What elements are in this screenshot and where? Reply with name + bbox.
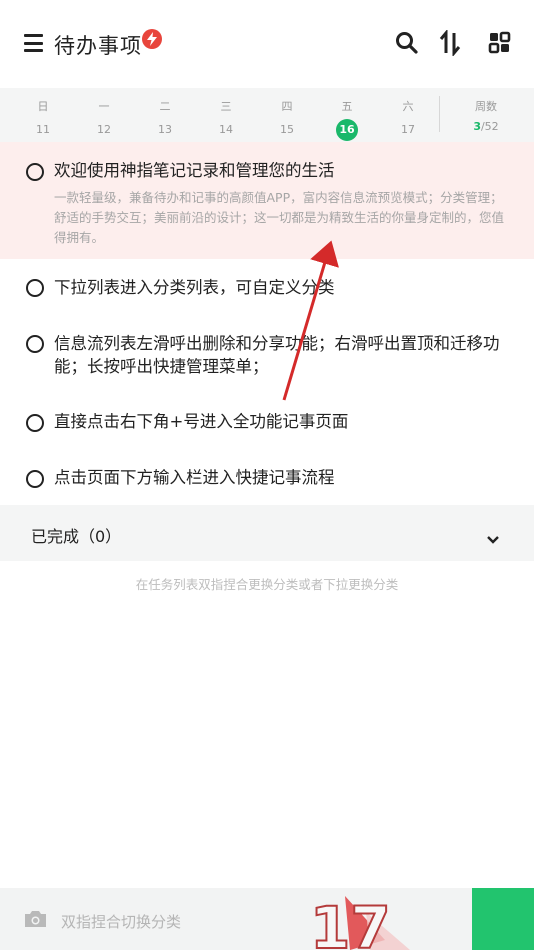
task-item[interactable]: 信息流列表左滑呼出删除和分享功能；右滑呼出置顶和迁移功能；长按呼出快捷管理菜单；	[0, 315, 534, 393]
weekday-label: 四	[281, 100, 293, 113]
task-title: 点击页面下方输入栏进入快捷记事流程	[54, 468, 335, 487]
task-checkbox[interactable]	[26, 335, 44, 353]
camera-icon[interactable]	[23, 909, 48, 933]
task-title: 下拉列表进入分类列表，可自定义分类	[54, 278, 335, 297]
task-title: 欢迎使用神指笔记记录和管理您的生活	[54, 161, 335, 180]
hint-text: 在任务列表双指捏合更换分类或者下拉更换分类	[135, 577, 399, 592]
week-calendar: 日 11 一 12 二 13 三 14 四 15 五 16 六 17 周数 3/52	[0, 88, 534, 142]
add-note-button[interactable]	[472, 888, 534, 950]
day-mon[interactable]: 一 12	[84, 88, 124, 140]
day-wed[interactable]: 三 14	[206, 88, 246, 140]
task-item[interactable]: 欢迎使用神指笔记记录和管理您的生活 一款轻量级，兼备待办和记事的高颜值APP，富…	[0, 142, 534, 259]
date-label: 16	[327, 119, 367, 141]
page-title[interactable]: 待办事项	[54, 30, 142, 60]
date-label: 15	[280, 123, 294, 136]
search-icon[interactable]	[394, 30, 420, 56]
task-description: 一款轻量级，兼备待办和记事的高颜值APP，富内容信息流预览模式；分类管理；舒适的…	[54, 190, 505, 245]
weeknum-label: 周数	[475, 100, 497, 113]
quick-note-input[interactable]: 双指捏合切换分类	[61, 911, 181, 932]
app-header: 待办事项	[0, 0, 534, 88]
task-checkbox[interactable]	[26, 414, 44, 432]
chevron-down-icon[interactable]	[486, 530, 500, 549]
weekday-label: 五	[341, 100, 353, 113]
date-label: 13	[158, 123, 172, 136]
weeknum-value: 3/52	[473, 120, 499, 133]
date-label: 17	[401, 123, 415, 136]
date-label: 11	[36, 123, 50, 136]
weekday-label: 二	[159, 100, 171, 113]
svg-text:17: 17	[310, 894, 391, 950]
completed-section[interactable]: 已完成（0）	[0, 505, 534, 561]
completed-label: 已完成（0）	[31, 527, 122, 546]
task-checkbox[interactable]	[26, 279, 44, 297]
weekday-label: 一	[98, 100, 110, 113]
date-label: 12	[97, 123, 111, 136]
task-item[interactable]: 点击页面下方输入栏进入快捷记事流程	[0, 449, 534, 505]
task-item[interactable]: 下拉列表进入分类列表，可自定义分类	[0, 259, 534, 315]
task-checkbox[interactable]	[26, 163, 44, 181]
date-label: 14	[219, 123, 233, 136]
day-fri-today[interactable]: 五 16	[327, 88, 367, 141]
task-checkbox[interactable]	[26, 470, 44, 488]
weekday-label: 日	[37, 100, 49, 113]
weekday-label: 六	[402, 100, 414, 113]
divider	[439, 96, 440, 132]
watermark-logo: 17	[309, 890, 420, 950]
task-title: 信息流列表左滑呼出删除和分享功能；右滑呼出置顶和迁移功能；长按呼出快捷管理菜单；	[54, 334, 500, 376]
day-sun[interactable]: 日 11	[23, 88, 63, 140]
menu-icon[interactable]	[24, 34, 43, 52]
sort-icon[interactable]	[438, 28, 464, 58]
task-item[interactable]: 直接点击右下角+号进入全功能记事页面	[0, 393, 534, 449]
weekday-label: 三	[220, 100, 232, 113]
day-sat[interactable]: 六 17	[388, 88, 428, 140]
task-title: 直接点击右下角+号进入全功能记事页面	[54, 412, 349, 431]
grid-view-icon[interactable]	[487, 30, 513, 56]
week-number[interactable]: 周数 3/52	[460, 88, 512, 133]
day-tue[interactable]: 二 13	[145, 88, 185, 140]
day-thu[interactable]: 四 15	[267, 88, 307, 140]
quick-note-bar[interactable]: 双指捏合切换分类	[0, 888, 534, 950]
flash-badge-icon	[142, 29, 162, 49]
